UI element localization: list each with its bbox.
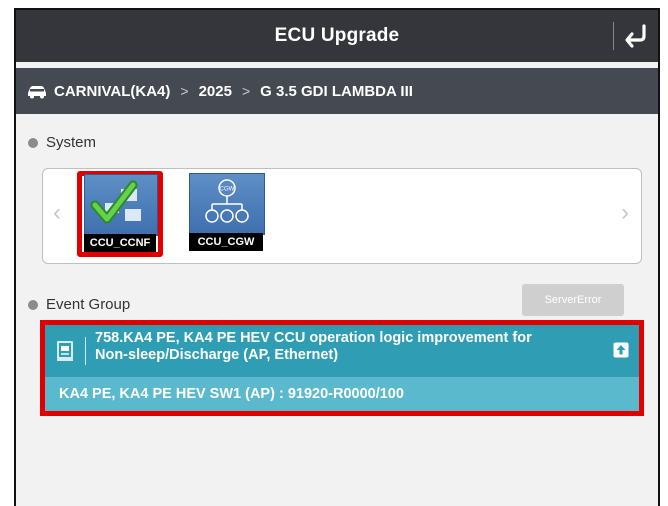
bullet-icon (28, 137, 38, 148)
title-divider (613, 22, 614, 50)
event-group-label: Event Group (46, 296, 131, 313)
event-detail: KA4 PE, KA4 PE HEV SW1 (AP) : 91920-R000… (45, 377, 639, 411)
network-tree-icon: CGW (205, 179, 249, 223)
breadcrumb-separator: > (241, 83, 251, 99)
checkmark-icon (90, 180, 141, 224)
breadcrumb-vehicle[interactable]: CARNIVAL(KA4) (54, 83, 170, 100)
app-window: ECU Upgrade CARNIVAL(KA4) > 2025 > G 3.5… (14, 8, 660, 506)
event-group-section-header: Event Group (28, 296, 130, 313)
upload-icon[interactable] (613, 342, 629, 358)
server-error-button[interactable]: ServerError (522, 284, 624, 316)
event-title-line2: Non-sleep/Discharge (AP, Ethernet) (95, 347, 339, 363)
event-divider (85, 337, 86, 365)
chevron-left-icon[interactable]: ‹ (53, 199, 61, 227)
event-header: 758.KA4 PE, KA4 PE HEV CCU operation log… (45, 325, 639, 377)
document-icon (57, 341, 73, 361)
cgw-badge: CGW (220, 187, 235, 193)
bullet-icon (28, 299, 38, 310)
ecu-tile: CGW (189, 173, 265, 235)
system-carousel: ‹ › CCU_CCNF CGW CCU_CGW (42, 168, 642, 264)
breadcrumb-engine[interactable]: G 3.5 GDI LAMBDA III (260, 83, 413, 100)
system-label: System (46, 134, 97, 151)
event-item[interactable]: 758.KA4 PE, KA4 PE HEV CCU operation log… (40, 320, 644, 416)
ecu-label: CCU_CCNF (84, 234, 156, 252)
ecu-label: CCU_CGW (189, 233, 263, 251)
car-icon (28, 86, 46, 99)
back-arrow-icon[interactable] (620, 20, 652, 52)
content-panel: System ‹ › CCU_CCNF CGW CCU_CGW Event Gr… (16, 120, 658, 506)
breadcrumb-year[interactable]: 2025 (199, 83, 232, 100)
ecu-item-ccu-cgw[interactable]: CGW CCU_CGW (183, 171, 269, 257)
event-title: 758.KA4 PE, KA4 PE HEV CCU operation log… (95, 330, 595, 364)
title-bar: ECU Upgrade (16, 10, 658, 62)
page-title: ECU Upgrade (274, 25, 400, 46)
ecu-tile (84, 174, 158, 236)
event-title-line1: 758.KA4 PE, KA4 PE HEV CCU operation log… (95, 330, 532, 346)
system-section-header: System (28, 134, 96, 151)
breadcrumb: CARNIVAL(KA4) > 2025 > G 3.5 GDI LAMBDA … (16, 68, 658, 114)
ecu-item-ccu-ccnf[interactable]: CCU_CCNF (77, 171, 163, 257)
breadcrumb-separator: > (180, 83, 189, 99)
chevron-right-icon[interactable]: › (621, 199, 629, 227)
